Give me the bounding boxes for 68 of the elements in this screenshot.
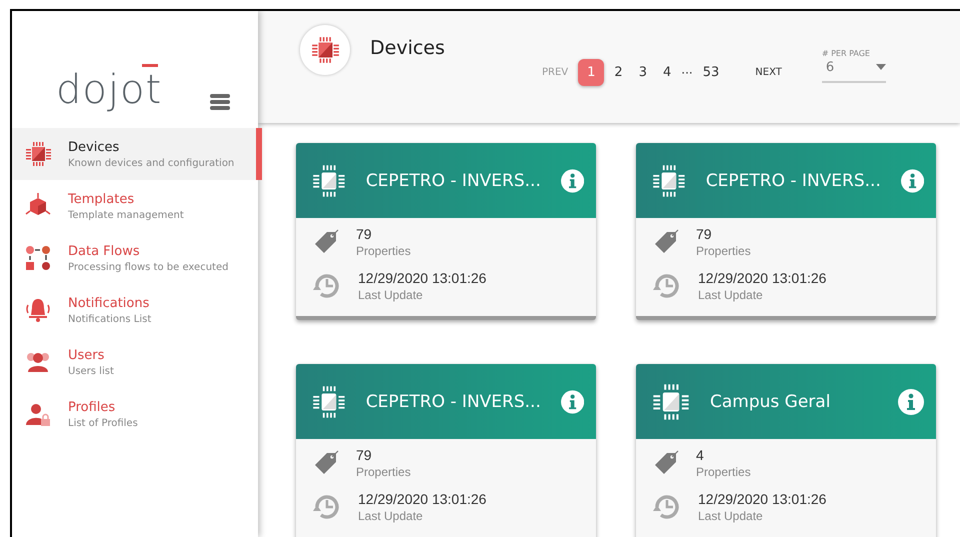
menu-icon[interactable]: [210, 94, 230, 110]
nav-subtitle: Template management: [68, 210, 184, 220]
last-update-time: 12/29/2020 13:01:26: [358, 270, 486, 286]
ellipsis: ···: [681, 66, 693, 80]
info-icon[interactable]: [898, 388, 924, 414]
page-link[interactable]: 53: [696, 60, 726, 85]
properties-count: 79: [356, 447, 373, 463]
properties-count: 79: [696, 226, 713, 242]
history-icon: [652, 492, 682, 522]
next-link[interactable]: NEXT: [755, 67, 782, 78]
properties-label: Properties: [356, 244, 411, 258]
last-update-label: Last Update: [698, 509, 764, 523]
nav-item[interactable]: Notifications Notifications List: [12, 284, 258, 336]
last-update-label: Last Update: [698, 288, 764, 302]
nav-subtitle: List of Profiles: [68, 418, 138, 428]
nav-item[interactable]: Templates Template management: [12, 180, 258, 232]
nav-title: Templates: [68, 192, 136, 206]
nav-item[interactable]: Data Flows Processing flows to be executed: [12, 232, 258, 284]
history-icon: [312, 492, 342, 522]
nav-title: Data Flows: [68, 244, 141, 258]
nav-subtitle: Users list: [68, 366, 114, 376]
per-page-select[interactable]: 6: [822, 58, 886, 82]
last-update-time: 12/29/2020 13:01:26: [698, 270, 826, 286]
properties-label: Properties: [696, 244, 751, 258]
nav-item[interactable]: Users Users list: [12, 336, 258, 388]
device-name: Campus Geral: [710, 392, 832, 412]
nav-title: Users: [68, 348, 106, 362]
properties-count: 79: [356, 226, 373, 242]
device-name: CEPETRO - INVERS...: [366, 392, 541, 412]
info-icon[interactable]: [560, 168, 584, 194]
dojot-logo: dojot: [56, 70, 162, 110]
info-icon[interactable]: [900, 168, 924, 194]
device-card[interactable]: CEPETRO - INVERS... 79 Properties 12/29/2020 13:01:26 Last Update: [296, 143, 596, 320]
page-link[interactable]: 3: [632, 60, 653, 85]
device-name: CEPETRO - INVERS...: [366, 170, 541, 190]
page-link[interactable]: 2: [608, 60, 629, 85]
properties-label: Properties: [696, 465, 751, 479]
device-name: CEPETRO - INVERS...: [706, 170, 881, 190]
nav-subtitle: Known devices and configuration: [68, 158, 234, 168]
last-update-time: 12/29/2020 13:01:26: [358, 491, 486, 507]
page-link[interactable]: 4: [656, 60, 678, 85]
page-title: Devices: [370, 37, 445, 59]
nav-title: Devices: [68, 140, 120, 154]
nav-title: Profiles: [68, 400, 116, 414]
device-card[interactable]: Campus Geral 4 Properties 12/29/2020 13:01:26 Last Update: [636, 364, 936, 537]
flow-icon: [24, 244, 52, 272]
nav-subtitle: Processing flows to be executed: [68, 262, 228, 272]
per-page-label: # PER PAGE: [822, 48, 871, 58]
properties-count: 4: [696, 447, 705, 463]
device-card[interactable]: CEPETRO - INVERS... 79 Properties 12/29/2020 13:01:26 Last Update: [296, 364, 596, 537]
history-icon: [652, 271, 682, 301]
history-icon: [312, 271, 342, 301]
info-icon[interactable]: [560, 388, 584, 414]
nav-subtitle: Notifications List: [68, 314, 152, 324]
device-card[interactable]: CEPETRO - INVERS... 79 Properties 12/29/2020 13:01:26 Last Update: [636, 143, 936, 320]
last-update-label: Last Update: [358, 288, 424, 302]
last-update-label: Last Update: [358, 509, 424, 523]
last-update-time: 12/29/2020 13:01:26: [698, 491, 826, 507]
bell-icon: [24, 296, 52, 324]
nav-title: Notifications: [68, 296, 150, 310]
logo-accent-icon: [142, 64, 158, 67]
dropdown-icon: [876, 64, 886, 70]
chip-icon: [24, 140, 52, 168]
properties-label: Properties: [356, 465, 411, 479]
chip-badge-icon: [300, 25, 350, 75]
active-indicator: [256, 128, 262, 180]
nav-item[interactable]: Profiles List of Profiles: [12, 388, 258, 440]
chip-icon: [652, 382, 690, 420]
